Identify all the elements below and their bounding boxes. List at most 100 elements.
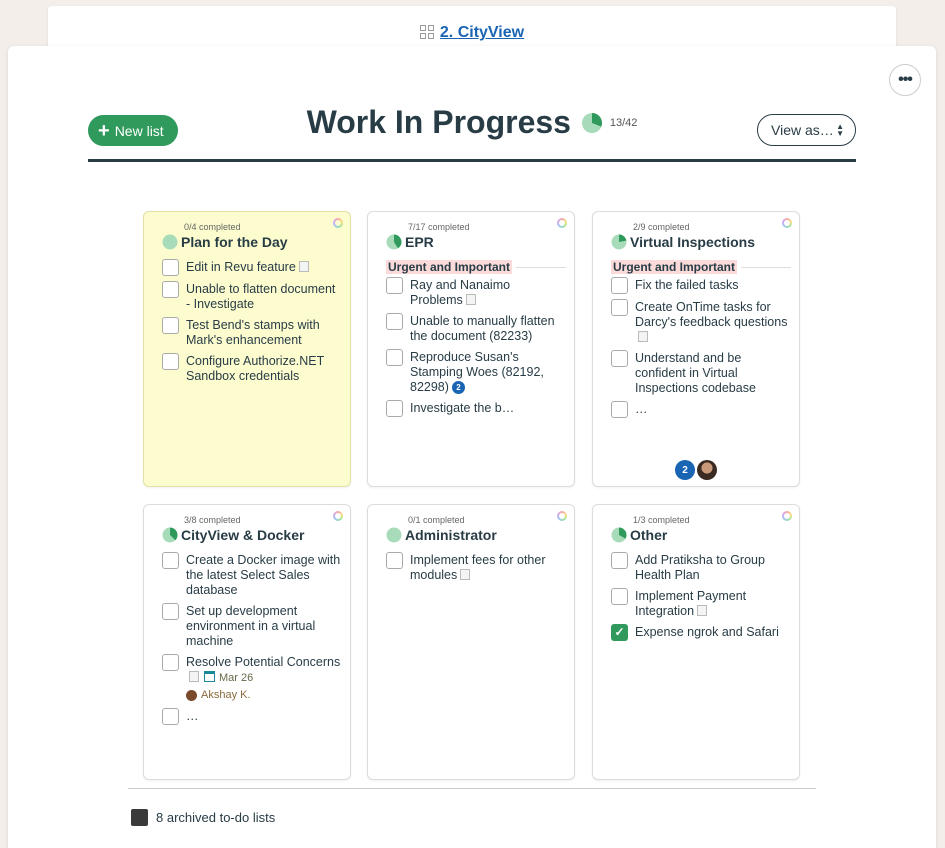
todo-item[interactable]: Understand and be confident in Virtual I… [611,350,791,396]
todo-text[interactable]: Create OnTime tasks for Darcy's feedback… [635,300,787,329]
todo-checkbox[interactable] [611,588,628,605]
todo-item[interactable]: Set up development environment in a virt… [162,603,342,649]
todo-text[interactable]: … [635,402,648,416]
list-title[interactable]: Virtual Inspections [611,234,755,250]
todo-text[interactable]: Set up development environment in a virt… [186,604,315,648]
main-panel: ••• + New list Work In Progress 13/42 Vi… [8,46,936,848]
todo-list-card[interactable]: 3/8 completed CityView & Docker Create a… [143,504,351,780]
list-title[interactable]: Plan for the Day [162,234,288,250]
archived-lists-link[interactable]: 8 archived to-do lists [131,809,275,826]
archive-box-icon [131,809,148,826]
color-picker-icon[interactable] [782,218,792,228]
todo-text[interactable]: Reproduce Susan's Stamping Woes (82192, … [410,350,544,394]
todo-text[interactable]: Unable to flatten document - Investigate [186,282,335,311]
todo-item[interactable]: Test Bend's stamps with Mark's enhanceme… [162,317,342,348]
list-name: Virtual Inspections [630,234,755,250]
todo-checkbox[interactable] [611,277,628,294]
todo-item[interactable]: Add Pratiksha to Group Health Plan [611,552,791,583]
todo-item[interactable]: Resolve Potential Concerns Mar 26 Akshay … [162,654,342,703]
list-progress-pie-icon [162,234,178,250]
todo-checkbox[interactable] [162,317,179,334]
todo-checkbox[interactable] [611,350,628,367]
todo-checkbox[interactable] [386,552,403,569]
todo-checkbox[interactable]: ✓ [611,624,628,641]
todo-item[interactable]: Implement Payment Integration [611,588,791,619]
todo-checkbox[interactable] [386,400,403,417]
todo-checkbox[interactable] [611,299,628,316]
todo-text[interactable]: Investigate the b… [410,401,514,415]
todo-text[interactable]: Edit in Revu feature [186,260,296,274]
todo-item[interactable]: Edit in Revu feature [162,259,342,276]
todo-content: Expense ngrok and Safari [635,625,779,640]
color-picker-icon[interactable] [333,511,343,521]
todo-item[interactable]: Unable to flatten document - Investigate [162,281,342,312]
todo-checkbox[interactable] [611,401,628,418]
todo-item[interactable]: ✓ Expense ngrok and Safari [611,624,791,641]
todo-text[interactable]: Configure Authorize.NET Sandbox credenti… [186,354,324,383]
color-picker-icon[interactable] [782,511,792,521]
todo-checkbox[interactable] [162,603,179,620]
avatar [697,460,717,480]
todo-text[interactable]: Add Pratiksha to Group Health Plan [635,553,765,582]
todo-list-card[interactable]: 0/4 completed Plan for the Day Edit in R… [143,211,351,487]
todo-item[interactable]: Configure Authorize.NET Sandbox credenti… [162,353,342,384]
todo-text[interactable]: Test Bend's stamps with Mark's enhanceme… [186,318,320,347]
assignee: Akshay K. [186,688,342,703]
todo-item[interactable]: … [611,401,791,418]
view-as-select[interactable]: View as… ▲ ▼ [757,114,856,146]
todo-text[interactable]: Resolve Potential Concerns [186,655,340,669]
todo-text[interactable]: Unable to manually flatten the document … [410,314,555,343]
list-progress-pie-icon [162,527,178,543]
todo-text[interactable]: Implement Payment Integration [635,589,746,618]
todo-text[interactable]: Ray and Nanaimo Problems [410,278,510,307]
todo-item[interactable]: Ray and Nanaimo Problems [386,277,566,308]
todo-item[interactable]: Investigate the b… [386,400,566,417]
archived-label: 8 archived to-do lists [156,810,276,825]
todo-item[interactable]: Unable to manually flatten the document … [386,313,566,344]
group-label: Urgent and Important [386,260,512,274]
todo-checkbox[interactable] [611,552,628,569]
todo-checkbox[interactable] [162,353,179,370]
todo-item[interactable]: Create OnTime tasks for Darcy's feedback… [611,299,791,345]
note-icon [460,569,471,580]
todo-item[interactable]: … [162,708,342,725]
todo-list-card[interactable]: 1/3 completed Other Add Pratiksha to Gro… [592,504,800,780]
todo-checkbox[interactable] [162,281,179,298]
todo-item[interactable]: Implement fees for other modules [386,552,566,583]
todo-item[interactable]: Create a Docker image with the latest Se… [162,552,342,598]
list-name: Plan for the Day [181,234,288,250]
todo-checkbox[interactable] [162,654,179,671]
completed-count: 7/17 completed [408,222,470,232]
list-title[interactable]: CityView & Docker [162,527,304,543]
group-label: Urgent and Important [611,260,737,274]
color-picker-icon[interactable] [557,511,567,521]
todo-checkbox[interactable] [386,313,403,330]
todo-item[interactable]: Fix the failed tasks [611,277,791,294]
todo-checkbox[interactable] [162,552,179,569]
todo-text[interactable]: Expense ngrok and Safari [635,625,779,639]
todo-item[interactable]: Reproduce Susan's Stamping Woes (82192, … [386,349,566,395]
todo-text[interactable]: Understand and be confident in Virtual I… [635,351,756,395]
list-title[interactable]: Other [611,527,667,543]
todo-list-card[interactable]: 7/17 completed EPR Urgent and Important R… [367,211,575,487]
color-picker-icon[interactable] [333,218,343,228]
more-options-button[interactable]: ••• [889,64,921,96]
todo-text[interactable]: … [186,709,199,723]
todo-list-body: Urgent and Important Ray and Nanaimo Pro… [386,260,566,423]
list-title[interactable]: EPR [386,234,434,250]
todo-text[interactable]: Create a Docker image with the latest Se… [186,553,340,597]
todo-list-card[interactable]: 0/1 completed Administrator Implement fe… [367,504,575,780]
todo-content: Create a Docker image with the latest Se… [186,553,342,598]
todo-checkbox[interactable] [386,277,403,294]
todo-text[interactable]: Fix the failed tasks [635,278,739,292]
todo-checkbox[interactable] [162,259,179,276]
project-link[interactable]: 2. CityView [440,24,524,41]
todo-text[interactable]: Implement fees for other modules [410,553,545,582]
color-picker-icon[interactable] [557,218,567,228]
list-title[interactable]: Administrator [386,527,497,543]
todo-checkbox[interactable] [162,708,179,725]
todo-checkbox[interactable] [386,349,403,366]
note-icon [189,671,199,682]
todo-list-card[interactable]: 2/9 completed Virtual Inspections Urgent … [592,211,800,487]
bottom-divider [128,788,816,789]
